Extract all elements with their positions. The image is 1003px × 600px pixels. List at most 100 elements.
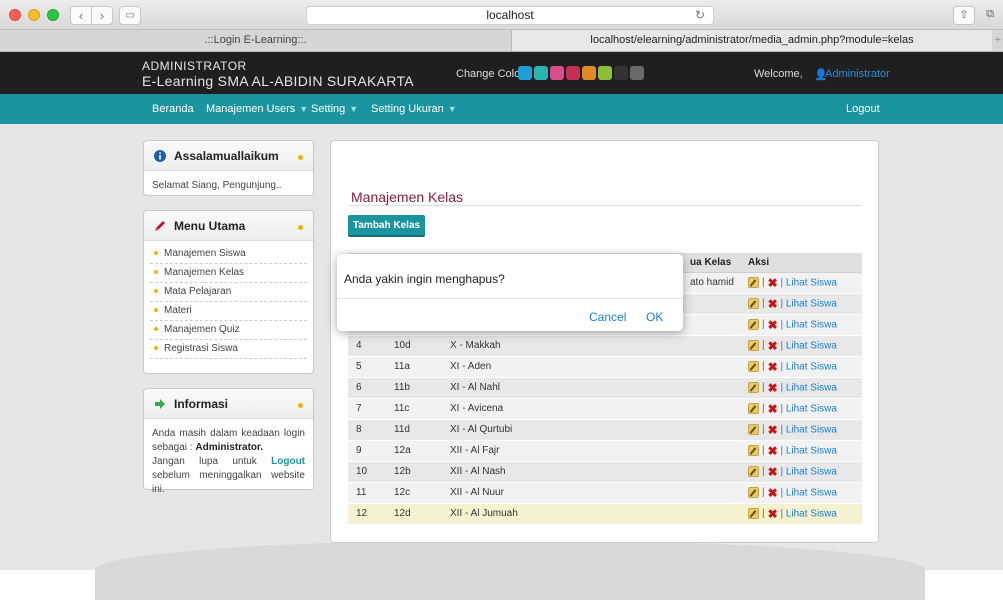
menu-logout[interactable]: Logout [846, 103, 880, 115]
edit-icon[interactable] [748, 382, 759, 393]
delete-icon[interactable]: ✖ [768, 381, 778, 395]
delete-icon[interactable]: ✖ [768, 360, 778, 374]
new-tab-icon[interactable]: + [995, 30, 1001, 51]
color-swatch[interactable] [518, 66, 532, 80]
class-name: XII - Al Nash [442, 461, 682, 483]
lihat-siswa-link[interactable]: | Lihat Siswa [780, 424, 837, 435]
tabs-overview-icon[interactable]: ⧉ [980, 6, 1000, 25]
delete-icon[interactable]: ✖ [768, 318, 778, 332]
delete-icon[interactable]: ✖ [768, 444, 778, 458]
delete-icon[interactable]: ✖ [768, 276, 778, 290]
side-menu-item[interactable]: Materi [150, 302, 307, 321]
lihat-siswa-link[interactable]: | Lihat Siswa [780, 319, 837, 330]
aksi-cell: | ✖ | Lihat Siswa [740, 356, 862, 378]
delete-icon[interactable]: ✖ [768, 297, 778, 311]
browser-tab-active[interactable]: localhost/elearning/administrator/media_… [512, 30, 992, 51]
table-row: 11 12c XII - Al Nuur | ✖ | Lihat Siswa [348, 482, 862, 504]
confirm-dialog: Anda yakin ingin menghapus? Cancel OK [337, 254, 683, 331]
row-number: 11 [348, 482, 386, 504]
reload-icon[interactable]: ↻ [695, 7, 705, 24]
edit-icon[interactable] [748, 361, 759, 372]
menu-label: Setting Ukuran [371, 103, 444, 115]
zoom-window-button[interactable] [47, 9, 59, 21]
side-menu-item[interactable]: Mata Pelajaran [150, 283, 307, 302]
box-header: Assalamuallaikum [144, 141, 313, 171]
lihat-siswa-link[interactable]: | Lihat Siswa [780, 382, 837, 393]
admin-user-link[interactable]: Administrator [825, 68, 890, 80]
side-menu-item[interactable]: Manajemen Siswa [150, 245, 307, 264]
edit-icon[interactable] [748, 508, 759, 519]
ok-button[interactable]: OK [646, 310, 663, 324]
lihat-siswa-link[interactable]: | Lihat Siswa [780, 508, 837, 519]
footer-curve [95, 540, 925, 600]
delete-icon[interactable]: ✖ [768, 339, 778, 353]
lihat-siswa-link[interactable]: | Lihat Siswa [780, 340, 837, 351]
address-bar[interactable]: localhost ↻ [306, 6, 714, 25]
color-swatch[interactable] [614, 66, 628, 80]
delete-icon[interactable]: ✖ [768, 465, 778, 479]
edit-icon[interactable] [748, 445, 759, 456]
info-logout-link[interactable]: Logout [271, 456, 305, 467]
back-icon[interactable]: ‹ [70, 6, 92, 25]
table-row: 7 11c XI - Avicena | ✖ | Lihat Siswa [348, 398, 862, 420]
color-swatch[interactable] [582, 66, 596, 80]
color-swatch[interactable] [550, 66, 564, 80]
edit-icon[interactable] [748, 340, 759, 351]
lihat-siswa-link[interactable]: | Lihat Siswa [780, 361, 837, 372]
edit-icon[interactable] [748, 403, 759, 414]
color-swatch[interactable] [566, 66, 580, 80]
color-swatch[interactable] [630, 66, 644, 80]
share-icon[interactable]: ⇧ [953, 6, 975, 25]
class-code: 12a [386, 440, 442, 462]
lihat-siswa-link[interactable]: | Lihat Siswa [780, 445, 837, 456]
menu-beranda[interactable]: Beranda [152, 103, 194, 115]
wali-cell [682, 461, 740, 483]
class-name: XI - Al Nahl [442, 377, 682, 399]
row-number: 4 [348, 335, 386, 357]
box-title: Informasi [174, 397, 229, 411]
edit-icon[interactable] [748, 277, 759, 288]
edit-icon[interactable] [748, 466, 759, 477]
color-swatch[interactable] [534, 66, 548, 80]
menu-setting-ukuran[interactable]: Setting Ukuran ▼ [371, 103, 457, 115]
sidebar-toggle-icon[interactable]: ▭ [119, 6, 141, 25]
minimize-window-button[interactable] [28, 9, 40, 21]
collapse-dot-icon[interactable] [298, 403, 303, 408]
edit-icon[interactable] [748, 424, 759, 435]
address-text: localhost [486, 8, 534, 22]
delete-icon[interactable]: ✖ [768, 402, 778, 416]
edit-icon[interactable] [748, 319, 759, 330]
close-window-button[interactable] [9, 9, 21, 21]
delete-icon[interactable]: ✖ [768, 486, 778, 500]
delete-icon[interactable]: ✖ [768, 423, 778, 437]
cancel-button[interactable]: Cancel [589, 310, 626, 324]
class-name: XII - Al Nuur [442, 482, 682, 504]
lihat-siswa-link[interactable]: | Lihat Siswa [780, 466, 837, 477]
box-header: Menu Utama [144, 211, 313, 241]
forward-icon[interactable]: › [91, 6, 113, 25]
menu-setting[interactable]: Setting ▼ [311, 103, 358, 115]
col-wali: ua Kelas [682, 253, 740, 273]
delete-icon[interactable]: ✖ [768, 507, 778, 521]
menu-manajemen-users[interactable]: Manajemen Users ▼ [206, 103, 308, 115]
main-menu-box: Menu Utama Manajemen Siswa Manajemen Kel… [143, 210, 314, 374]
wali-cell [682, 419, 740, 441]
collapse-dot-icon[interactable] [298, 225, 303, 230]
add-class-button[interactable]: Tambah Kelas [348, 215, 426, 237]
box-title: Menu Utama [174, 219, 246, 233]
lihat-siswa-link[interactable]: | Lihat Siswa [780, 298, 837, 309]
side-menu-item[interactable]: Manajemen Quiz [150, 321, 307, 340]
edit-icon[interactable] [748, 298, 759, 309]
collapse-dot-icon[interactable] [298, 155, 303, 160]
side-menu-item[interactable]: Manajemen Kelas [150, 264, 307, 283]
lihat-siswa-link[interactable]: | Lihat Siswa [780, 277, 837, 288]
browser-tab[interactable]: .::Login E-Learning::. [0, 30, 512, 51]
lihat-siswa-link[interactable]: | Lihat Siswa [780, 403, 837, 414]
edit-icon[interactable] [748, 487, 759, 498]
row-number: 5 [348, 356, 386, 378]
lihat-siswa-link[interactable]: | Lihat Siswa [780, 487, 837, 498]
page-title: Manajemen Kelas [351, 189, 464, 205]
side-menu-item[interactable]: Registrasi Siswa [150, 340, 307, 359]
bullet-icon [154, 346, 158, 351]
color-swatch[interactable] [598, 66, 612, 80]
